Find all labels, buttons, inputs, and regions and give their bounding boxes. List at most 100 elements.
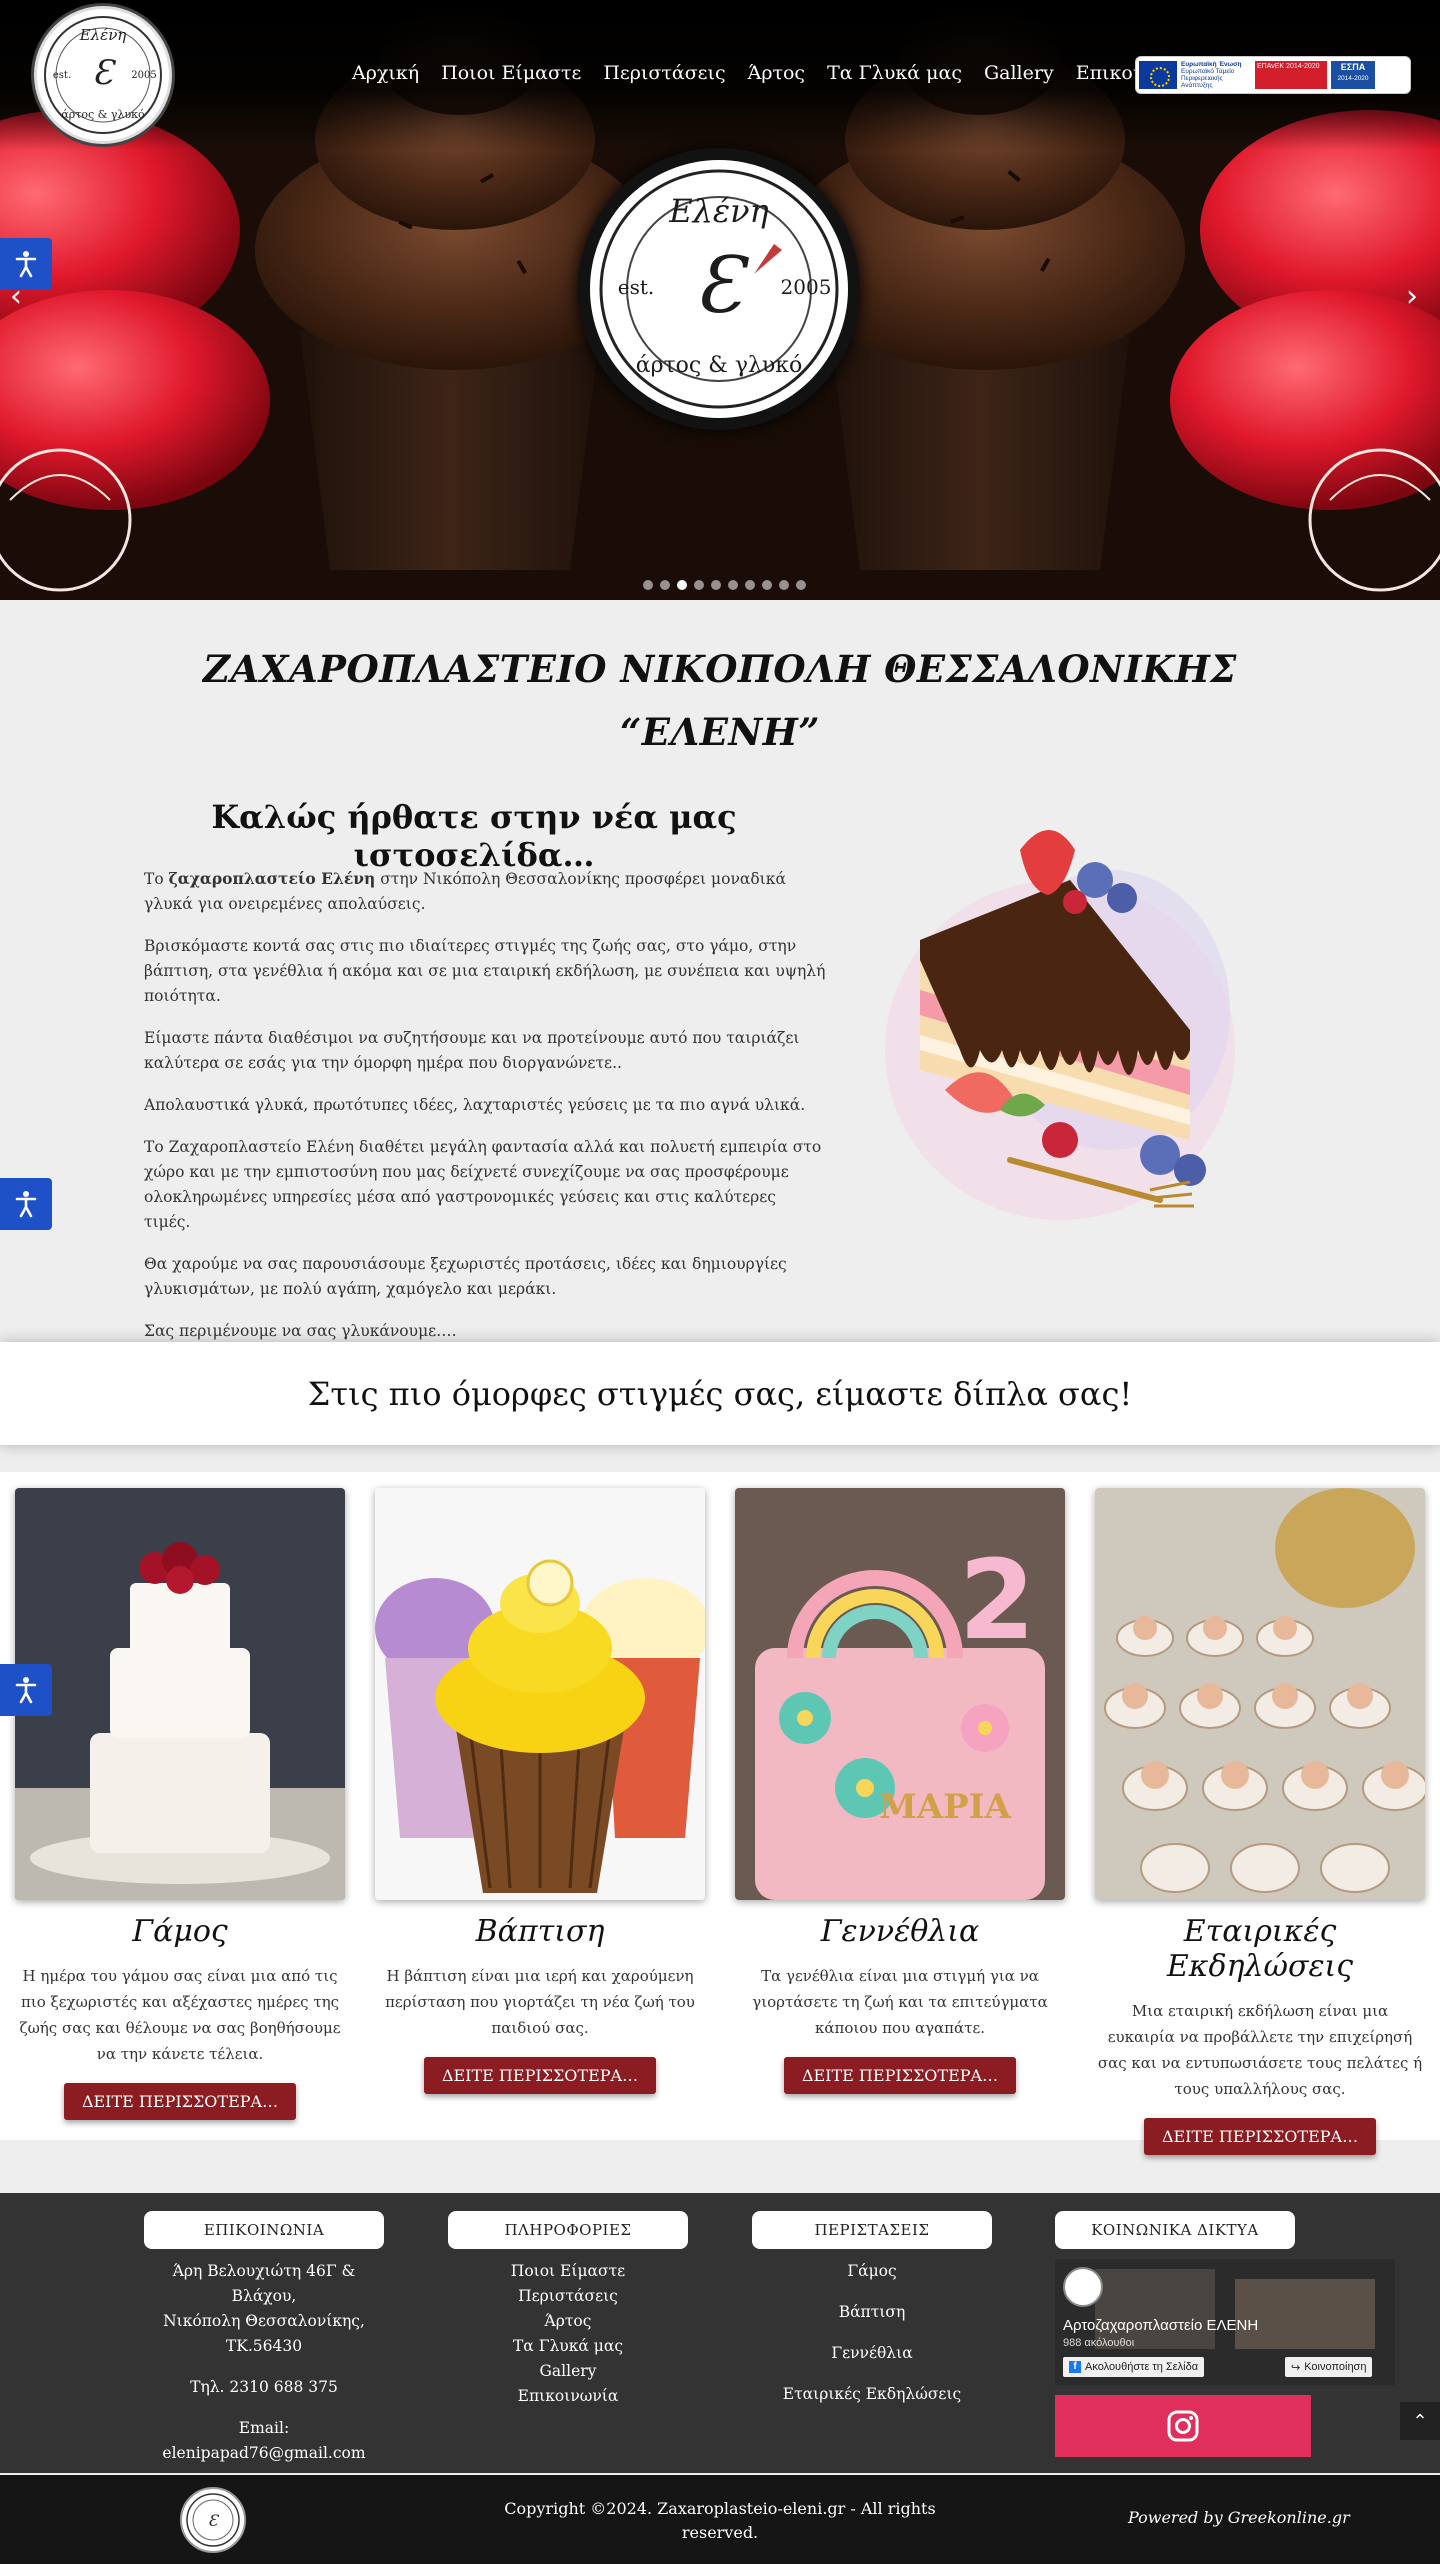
footer-email[interactable]: elenipapad76@gmail.com [144, 2441, 384, 2466]
slider-dot[interactable] [745, 580, 755, 590]
slider-dot[interactable] [796, 580, 806, 590]
svg-text:Ɛ: Ɛ [695, 241, 750, 331]
nav-gallery[interactable]: Gallery [984, 62, 1054, 84]
birthday-cake-photo[interactable]: 2 ΜΑΡΙΑ [735, 1488, 1065, 1900]
slider-dot[interactable] [711, 580, 721, 590]
hero-logo-tagline: άρτος & γλυκό [636, 353, 803, 378]
service-text: Η βάπτιση είναι μια ιερή και χαρούμενη π… [385, 1967, 695, 2037]
scroll-to-top-icon[interactable]: ⌃ [1400, 2402, 1440, 2440]
slider-dot[interactable] [643, 580, 653, 590]
wedding-more-button[interactable]: ΔΕΙΤΕ ΠΕΡΙΣΣΟΤΕΡΑ… [63, 2083, 297, 2120]
footer-link-bread[interactable]: Άρτος [448, 2309, 688, 2334]
welcome-paragraph: Το ζαχαροπλαστείο Ελένη στην Νικόπολη Θε… [144, 866, 826, 917]
eu-sublabel: Ευρωπαϊκό Ταμείο Περιφερειακής Ανάπτυξης [1181, 68, 1235, 89]
slogan-text: Στις πιο όμορφες στιγμές σας, είμαστε δί… [307, 1374, 1133, 1413]
nav-about[interactable]: Ποιοι Είμαστε [441, 62, 581, 84]
footer-contact: ΕΠΙΚΟΙΝΩΝΙΑ Άρη Βελουχιώτη 46Γ & Βλάχου,… [144, 2211, 384, 2466]
nav-occasions[interactable]: Περιστάσεις [603, 62, 725, 84]
accessibility-button-2[interactable] [0, 1178, 52, 1230]
footer-logo-emblem: Ɛ [186, 2493, 240, 2547]
instagram-button[interactable] [1055, 2395, 1311, 2457]
service-card-corporate: Εταιρικές Εκδηλώσεις Μια εταιρική εκδήλω… [1095, 1488, 1425, 2155]
footer-address-line: Νικόπολη Θεσσαλονίκης, [163, 2312, 365, 2330]
logo-script-name: Ελένη [79, 26, 127, 44]
baptism-more-button[interactable]: ΔΕΙΤΕ ΠΕΡΙΣΣΟΤΕΡΑ… [423, 2057, 657, 2094]
footer-link-wedding[interactable]: Γάμος [752, 2251, 992, 2292]
welcome-text: Το ζαχαροπλαστείο Ελένη στην Νικόπολη Θε… [144, 866, 826, 1361]
copyright: Copyright ©2024. Zaxaroplasteio-eleni.gr… [500, 2497, 940, 2545]
facebook-follow-label: Ακολουθήστε τη Σελίδα [1085, 2361, 1199, 2373]
slider-dot[interactable] [762, 580, 772, 590]
welcome-paragraph: Το Ζαχαροπλαστείο Ελένη διαθέτει μεγάλη … [144, 1138, 822, 1231]
footer-occasions: ΠΕΡΙΣΤΑΣΕΙΣ Γάμος Βάπτιση Γεννέθλια Εται… [752, 2211, 992, 2415]
footer-logo[interactable]: Ɛ [180, 2487, 246, 2553]
site-logo[interactable]: Ɛ Ελένη est. 2005 άρτος & γλυκό [34, 6, 172, 144]
slider-dot[interactable] [677, 580, 687, 590]
footer-link-gallery[interactable]: Gallery [448, 2359, 688, 2384]
slider-dot[interactable] [694, 580, 704, 590]
espa-label: ΕΣΠΑ [1340, 62, 1366, 72]
nav-sweets[interactable]: Τα Γλυκά μας [827, 62, 962, 84]
accessibility-button-3[interactable] [0, 1664, 52, 1716]
corporate-more-button[interactable]: ΔΕΙΤΕ ΠΕΡΙΣΣΟΤΕΡΑ… [1143, 2118, 1377, 2155]
footer-social-heading: ΚΟΙΝΩΝΙΚΑ ΔΙΚΤΥΑ [1055, 2211, 1295, 2249]
footer-phone[interactable]: Τηλ. 2310 688 375 [144, 2375, 384, 2400]
slogan-band: Στις πιο όμορφες στιγμές σας, είμαστε δί… [0, 1342, 1440, 1445]
nav-home[interactable]: Αρχική [352, 62, 419, 84]
corporate-desserts-photo[interactable] [1095, 1488, 1425, 1900]
cake-slice-illustration [885, 830, 1235, 1220]
slider-dot[interactable] [660, 580, 670, 590]
footer-link-corporate[interactable]: Εταιρικές Εκδηλώσεις [752, 2374, 992, 2415]
footer-link-contact[interactable]: Επικοινωνία [448, 2384, 688, 2409]
p1-bold: ζαχαροπλαστείο Ελένη [168, 869, 376, 888]
facebook-page-name[interactable]: Αρτοζαχαροπλαστείο ΕΛΕΝΗ [1063, 2317, 1258, 2334]
espa-years: 2014-2020 [1337, 75, 1369, 82]
footer-email-label: Email: [238, 2419, 290, 2437]
hero-logo-est: est. [618, 275, 655, 299]
footer-link-baptism[interactable]: Βάπτιση [752, 2292, 992, 2333]
service-title: Γεννέθλια [820, 1914, 980, 1949]
hero-logo-emblem: Ɛ Ελένη est. 2005 άρτος & γλυκό [599, 169, 839, 409]
footer-social: ΚΟΙΝΩΝΙΚΑ ΔΙΚΤΥΑ Αρτοζαχαροπλαστείο ΕΛΕΝ… [1055, 2211, 1395, 2457]
footer-contact-heading: ΕΠΙΚΟΙΝΩΝΙΑ [144, 2211, 384, 2249]
espa-banner[interactable]: Ευρωπαϊκή Ένωση Ευρωπαϊκό Ταμείο Περιφερ… [1135, 56, 1411, 94]
footer-address-line: ΤΚ.56430 [225, 2337, 303, 2355]
service-title: Εταιρικές Εκδηλώσεις [1166, 1914, 1354, 1984]
birthday-more-button[interactable]: ΔΕΙΤΕ ΠΕΡΙΣΣΟΤΕΡΑ… [783, 2057, 1017, 2094]
service-title: Βάπτιση [475, 1914, 605, 1949]
facebook-follow-button[interactable]: f Ακολουθήστε τη Σελίδα [1063, 2357, 1205, 2377]
svg-text:Ɛ: Ɛ [92, 53, 116, 93]
p1-prefix: Το [144, 870, 169, 888]
powered-by-link[interactable]: Powered by Greekonline.gr [1128, 2508, 1350, 2527]
page-title-line1: ΖΑΧΑΡΟΠΛΑΣΤΕΙΟ ΝΙΚΟΠΟΛΗ ΘΕΣΣΑΛΟΝΙΚΗΣ [203, 647, 1237, 691]
baptism-cupcake-photo[interactable] [375, 1488, 705, 1900]
footer-link-sweets[interactable]: Τα Γλυκά μας [448, 2334, 688, 2359]
slider-dot[interactable] [728, 580, 738, 590]
footer-link-occasions[interactable]: Περιστάσεις [448, 2284, 688, 2309]
footer-info: ΠΛΗΡΟΦΟΡΙΕΣ Ποιοι Είμαστε Περιστάσεις Άρ… [448, 2211, 688, 2409]
welcome-paragraph: Είμαστε πάντα διαθέσιμοι να συζητήσουμε … [144, 1029, 800, 1072]
accessibility-icon [15, 1191, 37, 1218]
service-text: Μια εταιρική εκδήλωση είναι μια ευκαιρία… [1097, 2002, 1423, 2098]
epanek-label: ΕΠΑνΕΚ 2014-2020 [1255, 61, 1327, 89]
accessibility-icon [15, 1677, 37, 1704]
page-title: ΖΑΧΑΡΟΠΛΑΣΤΕΙΟ ΝΙΚΟΠΟΛΗ ΘΕΣΣΑΛΟΝΙΚΗΣ “ΕΛ… [140, 638, 1300, 764]
hero-slider: Ɛ Ελένη est. 2005 άρτος & γλυκό Αρχική Π… [0, 0, 1440, 600]
logo-emblem: Ɛ Ελένη est. 2005 άρτος & γλυκό [44, 16, 162, 134]
nav-bread[interactable]: Άρτος [748, 62, 805, 84]
footer-link-about[interactable]: Ποιοι Είμαστε [448, 2259, 688, 2284]
wedding-cake-photo[interactable] [15, 1488, 345, 1900]
slider-next-icon[interactable]: › [1406, 282, 1418, 312]
services-section: Γάμος Η ημέρα του γάμου σας είναι μια απ… [0, 1472, 1440, 2155]
facebook-page-widget[interactable]: Αρτοζαχαροπλαστείο ΕΛΕΝΗ 988 ακόλουθοι f… [1055, 2259, 1395, 2385]
accessibility-button[interactable] [0, 238, 52, 290]
service-card-baptism: Βάπτιση Η βάπτιση είναι μια ιερή και χαρ… [375, 1488, 705, 2094]
logo-tagline: άρτος & γλυκό [61, 108, 145, 121]
welcome-paragraph: Θα χαρούμε να σας παρουσιάσουμε ξεχωριστ… [144, 1255, 787, 1298]
footer-info-heading: ΠΛΗΡΟΦΟΡΙΕΣ [448, 2211, 688, 2249]
slider-dot[interactable] [779, 580, 789, 590]
footer-link-birthday[interactable]: Γεννέθλια [752, 2333, 992, 2374]
welcome-paragraph: Σας περιμένουμε να σας γλυκάνουμε…. [144, 1322, 457, 1340]
logo-est: est. [53, 70, 71, 81]
facebook-share-button[interactable]: ↪ Κοινοποίηση [1285, 2357, 1373, 2377]
